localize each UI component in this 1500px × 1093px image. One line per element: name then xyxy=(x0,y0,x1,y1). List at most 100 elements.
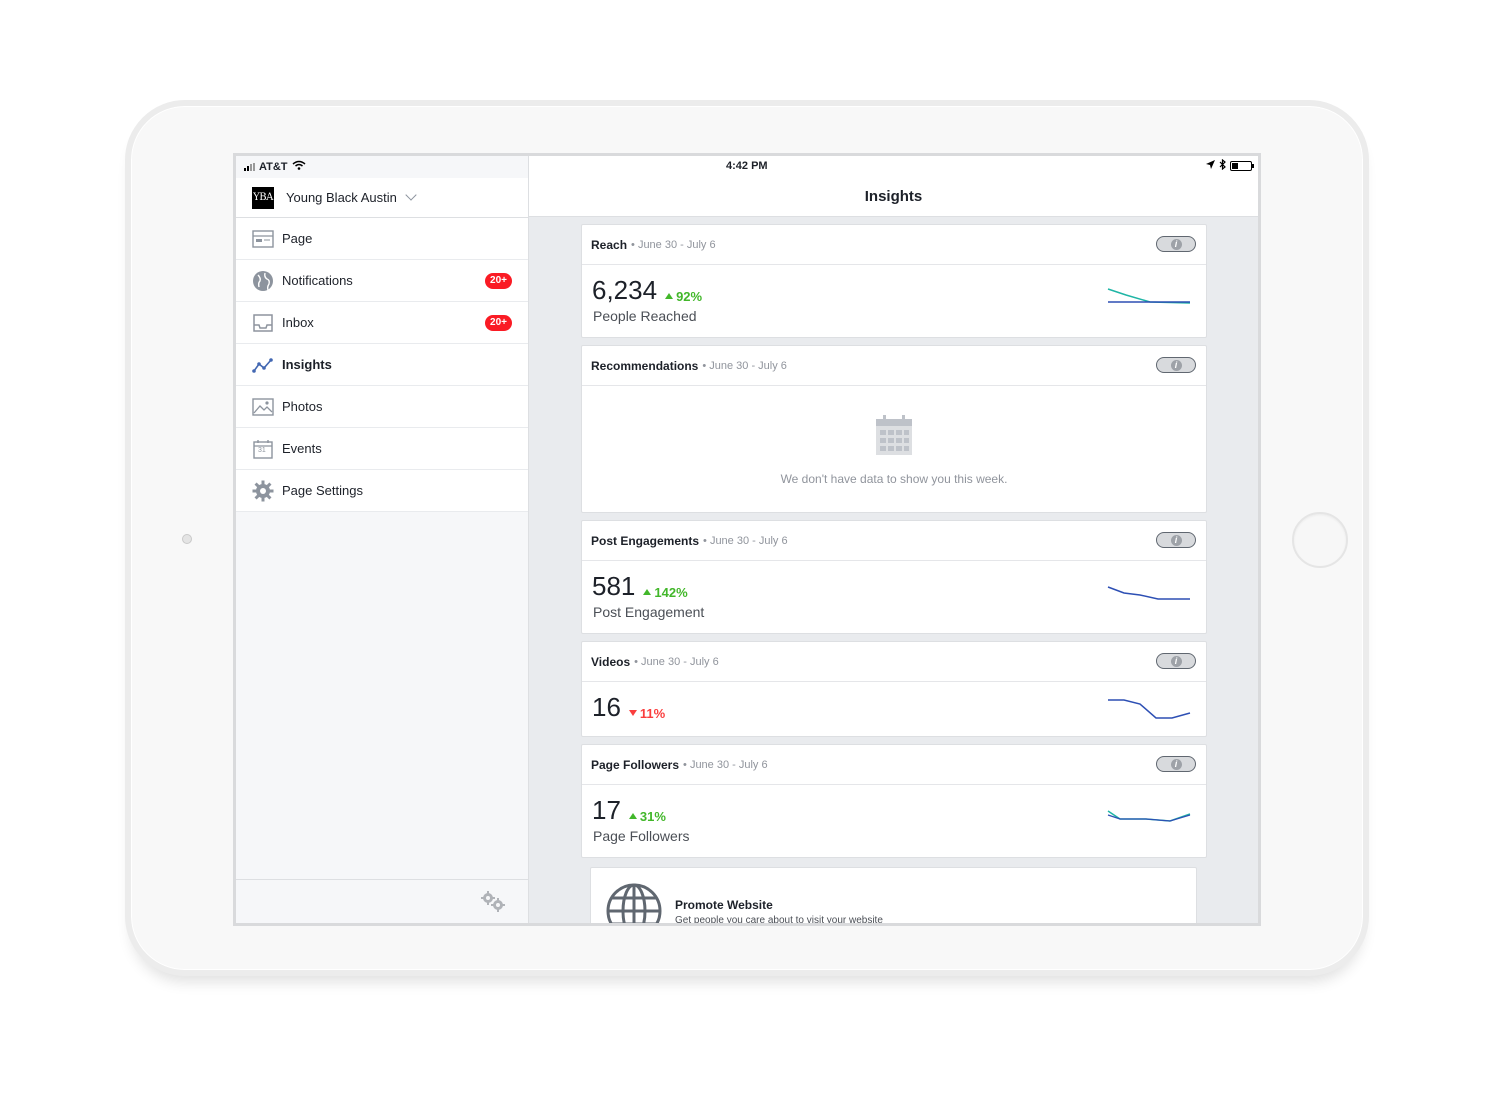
card-header: Post Engagements • June 30 - July 6 i xyxy=(582,521,1206,561)
card-header: Page Followers • June 30 - July 6 i xyxy=(582,745,1206,785)
sidebar-item-photos[interactable]: Photos xyxy=(236,386,528,428)
main-panel: Insights Reach • June 30 - July 6 i 6,23… xyxy=(529,156,1258,923)
page-followers-card[interactable]: Page Followers • June 30 - July 6 i 17 3… xyxy=(581,744,1207,858)
change-text: 31% xyxy=(639,808,666,824)
arrow-up-icon xyxy=(643,589,652,595)
metric: 581 142% xyxy=(592,571,688,602)
home-button[interactable] xyxy=(1292,512,1348,568)
calendar-icon: 31 xyxy=(252,438,274,460)
card-title: Page Followers xyxy=(591,757,680,772)
calendar-day-text: 31 xyxy=(258,446,266,454)
sidebar: YBA Young Black Austin Page Notification… xyxy=(236,156,529,923)
card-body: 16 11% xyxy=(582,682,1206,736)
info-icon: i xyxy=(1170,238,1182,250)
battery-icon xyxy=(1230,161,1254,171)
wifi-icon xyxy=(292,160,306,173)
inbox-badge: 20+ xyxy=(485,315,512,331)
videos-card[interactable]: Videos • June 30 - July 6 i 16 11% xyxy=(581,641,1207,737)
empty-state-text: We don't have data to show you this week… xyxy=(780,472,1008,486)
card-body: 17 31% Page Followers xyxy=(582,785,1206,857)
sidebar-item-label: Events xyxy=(282,441,322,456)
change-text: 11% xyxy=(639,705,666,721)
info-button[interactable]: i xyxy=(1156,653,1196,669)
post-engagements-card[interactable]: Post Engagements • June 30 - July 6 i 58… xyxy=(581,520,1207,634)
page-icon xyxy=(252,228,274,250)
recommendations-card[interactable]: Recommendations • June 30 - July 6 i We … xyxy=(581,345,1207,513)
inbox-icon xyxy=(252,312,274,334)
metric-value: 17 xyxy=(592,795,621,825)
promo-title: Promote Website xyxy=(675,898,773,912)
card-body: 581 142% Post Engagement xyxy=(582,561,1206,633)
status-bar: AT&T 4:42 PM xyxy=(236,156,1258,178)
sidebar-item-inbox[interactable]: Inbox 20+ xyxy=(236,302,528,344)
card-date: • June 30 - July 6 xyxy=(634,655,719,668)
insights-icon xyxy=(252,354,274,376)
metric: 6,234 92% xyxy=(592,275,702,306)
photos-icon xyxy=(252,396,274,418)
card-header: Recommendations • June 30 - July 6 i xyxy=(582,346,1206,386)
reach-card[interactable]: Reach • June 30 - July 6 i 6,234 92% Peo… xyxy=(581,224,1207,338)
card-title: Reach xyxy=(591,237,628,252)
sidebar-item-page[interactable]: Page xyxy=(236,218,528,260)
info-button[interactable]: i xyxy=(1156,236,1196,252)
arrow-up-icon xyxy=(665,293,674,299)
promote-website-card[interactable]: Promote Website Get people you care abou… xyxy=(590,867,1197,923)
sidebar-item-label: Photos xyxy=(282,399,323,414)
metric-value: 16 xyxy=(592,692,621,722)
arrow-down-icon xyxy=(628,710,637,716)
status-right xyxy=(1206,158,1254,173)
card-title: Post Engagements xyxy=(591,533,700,548)
card-body: 6,234 92% People Reached xyxy=(582,265,1206,337)
card-date: • June 30 - July 6 xyxy=(631,238,716,251)
sidebar-footer xyxy=(236,879,528,923)
metric-label: Post Engagement xyxy=(593,604,705,620)
sidebar-item-events[interactable]: 31 Events xyxy=(236,428,528,470)
status-time: 4:42 PM xyxy=(726,160,768,172)
page-logo: YBA xyxy=(252,186,274,209)
change-text: 92% xyxy=(676,288,703,304)
metric-change: 142% xyxy=(643,584,688,600)
arrow-up-icon xyxy=(628,813,637,819)
sidebar-item-insights[interactable]: Insights xyxy=(236,344,528,386)
settings-gears-icon[interactable] xyxy=(480,890,506,917)
info-button[interactable]: i xyxy=(1156,357,1196,373)
empty-state: We don't have data to show you this week… xyxy=(582,386,1206,512)
sidebar-item-label: Insights xyxy=(282,357,332,372)
metric: 17 31% xyxy=(592,795,666,826)
calendar-icon xyxy=(876,415,912,455)
metric-change: 92% xyxy=(665,289,702,304)
metric-label: People Reached xyxy=(593,308,697,324)
sidebar-item-notifications[interactable]: Notifications 20+ xyxy=(236,260,528,302)
metric-change: 11% xyxy=(628,705,666,721)
info-icon: i xyxy=(1170,359,1182,371)
sidebar-item-page-settings[interactable]: Page Settings xyxy=(236,470,528,512)
page-switcher[interactable]: YBA Young Black Austin xyxy=(236,178,528,218)
card-header: Reach • June 30 - July 6 i xyxy=(582,225,1206,265)
post-engagement-sparkline xyxy=(1107,586,1190,600)
videos-sparkline xyxy=(1108,699,1191,719)
page-title: Insights xyxy=(864,188,923,205)
globe-icon xyxy=(606,883,662,923)
bluetooth-icon xyxy=(1219,158,1226,173)
info-button[interactable]: i xyxy=(1156,756,1196,772)
card-header: Videos • June 30 - July 6 i xyxy=(582,642,1206,682)
reach-sparkline xyxy=(1107,288,1191,304)
metric: 16 11% xyxy=(592,692,665,723)
change-text: 142% xyxy=(654,584,688,600)
info-button[interactable]: i xyxy=(1156,532,1196,548)
notification-badge: 20+ xyxy=(485,273,512,289)
metric-value: 581 xyxy=(592,571,636,601)
card-date: • June 30 - July 6 xyxy=(683,758,768,771)
sidebar-item-label: Inbox xyxy=(282,315,314,330)
metric-value: 6,234 xyxy=(592,275,658,305)
location-icon xyxy=(1206,160,1215,172)
info-icon: i xyxy=(1170,758,1182,770)
sidebar-item-label: Notifications xyxy=(282,273,353,288)
gear-icon xyxy=(252,480,274,502)
card-title: Videos xyxy=(591,654,631,669)
card-date: • June 30 - July 6 xyxy=(703,534,788,547)
sidebar-item-label: Page Settings xyxy=(282,483,363,498)
info-icon: i xyxy=(1170,655,1182,667)
screen: YBA Young Black Austin Page Notification… xyxy=(233,153,1261,926)
page-name: Young Black Austin xyxy=(286,190,397,205)
